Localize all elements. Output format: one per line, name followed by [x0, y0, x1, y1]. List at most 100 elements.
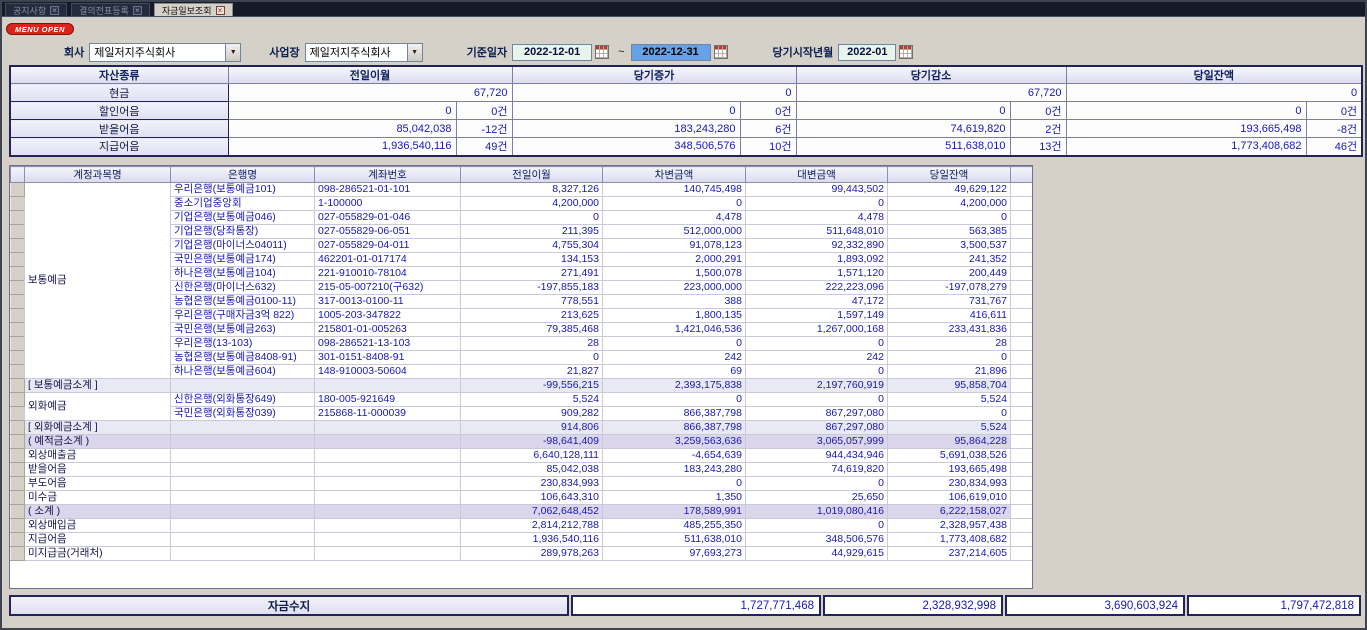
detail-row[interactable]: 보통예금우리은행(보통예금101)098-286521-01-1018,327,…	[11, 183, 1033, 197]
asset-type-button[interactable]: 지급어음	[10, 138, 228, 156]
row-selector[interactable]	[11, 421, 25, 435]
summary-row: 받을어음85,042,038-12건183,243,2806건74,619,82…	[10, 120, 1362, 138]
row-selector[interactable]	[11, 379, 25, 393]
row-selector[interactable]	[11, 463, 25, 477]
account-name-cell: ( 예적금소계 )	[25, 435, 171, 449]
site-select[interactable]: 제일저지주식회사 ▼	[305, 43, 423, 62]
account-number-cell: 098-286521-13-103	[315, 337, 461, 351]
prev-balance-cell: 0	[461, 211, 603, 225]
detail-row[interactable]: ( 소계 )7,062,648,452178,589,9911,019,080,…	[11, 505, 1033, 519]
prev-balance-cell: 6,640,128,111	[461, 449, 603, 463]
row-selector[interactable]	[11, 239, 25, 253]
detail-row[interactable]: 외상매입금2,814,212,788485,255,35002,328,957,…	[11, 519, 1033, 533]
base-date-to-input[interactable]: 2022-12-31	[631, 44, 711, 61]
detail-row[interactable]: 외화예금신한은행(외화통장649)180-005-9216495,524005,…	[11, 393, 1033, 407]
row-selector[interactable]	[11, 505, 25, 519]
tab-notice[interactable]: 공지사항 ×	[5, 3, 67, 16]
row-selector[interactable]	[11, 477, 25, 491]
detail-row[interactable]: 지급어음1,936,540,116511,638,010348,506,5761…	[11, 533, 1033, 547]
row-selector[interactable]	[11, 225, 25, 239]
dropdown-arrow-icon[interactable]: ▼	[407, 44, 422, 61]
spacer-cell	[1011, 351, 1033, 365]
calendar-icon[interactable]	[595, 45, 609, 59]
amount-cell: 0	[1066, 84, 1362, 102]
detail-row[interactable]: 부도어음230,834,99300230,834,993	[11, 477, 1033, 491]
row-selector[interactable]	[11, 337, 25, 351]
fund-balance-value-2: 2,328,932,998	[823, 595, 1003, 616]
debit-amount-cell: 866,387,798	[603, 421, 746, 435]
credit-amount-cell: 1,893,092	[746, 253, 888, 267]
tab-label: 공지사항	[13, 4, 46, 17]
asset-type-button[interactable]: 받을어음	[10, 120, 228, 138]
row-selector[interactable]	[11, 267, 25, 281]
row-selector[interactable]	[11, 197, 25, 211]
row-selector[interactable]	[11, 547, 25, 561]
calendar-icon[interactable]	[714, 45, 728, 59]
selector-column-header	[11, 167, 25, 183]
row-selector[interactable]	[11, 295, 25, 309]
detail-row[interactable]: ( 예적금소계 )-98,641,4093,259,563,6363,065,0…	[11, 435, 1033, 449]
daily-balance-cell: 4,200,000	[888, 197, 1011, 211]
debit-amount-cell: 183,243,280	[603, 463, 746, 477]
spacer-cell	[1011, 197, 1033, 211]
row-selector[interactable]	[11, 533, 25, 547]
row-selector[interactable]	[11, 449, 25, 463]
tab-voucher-entry[interactable]: 결의전표등록 ×	[71, 3, 150, 16]
detail-row[interactable]: 외상매출금6,640,128,111-4,654,639944,434,9465…	[11, 449, 1033, 463]
menu-open-button[interactable]: MENU OPEN	[6, 23, 74, 35]
row-selector[interactable]	[11, 351, 25, 365]
dropdown-arrow-icon[interactable]: ▼	[225, 44, 240, 61]
row-selector[interactable]	[11, 183, 25, 197]
detail-header-account-number: 계좌번호	[315, 167, 461, 183]
row-selector[interactable]	[11, 323, 25, 337]
credit-amount-cell: 1,571,120	[746, 267, 888, 281]
row-selector[interactable]	[11, 309, 25, 323]
detail-row[interactable]: 받을어음85,042,038183,243,28074,619,820193,6…	[11, 463, 1033, 477]
account-name-cell: 외화예금	[25, 393, 171, 421]
amount-cell: 183,243,280	[512, 120, 740, 138]
row-selector[interactable]	[11, 519, 25, 533]
detail-row[interactable]: 미지급금(거래처)289,978,26397,693,27344,929,615…	[11, 547, 1033, 561]
account-number-cell: 098-286521-01-101	[315, 183, 461, 197]
detail-row[interactable]: 미수금106,643,3101,35025,650106,619,010	[11, 491, 1033, 505]
tab-close-icon[interactable]: ×	[216, 6, 225, 15]
row-selector[interactable]	[11, 365, 25, 379]
row-selector[interactable]	[11, 393, 25, 407]
account-number-cell	[315, 533, 461, 547]
prev-balance-cell: 914,806	[461, 421, 603, 435]
detail-row[interactable]: [ 보통예금소계 ]-99,556,2152,393,175,8382,197,…	[11, 379, 1033, 393]
credit-amount-cell: 74,619,820	[746, 463, 888, 477]
row-selector[interactable]	[11, 491, 25, 505]
account-number-cell	[315, 435, 461, 449]
detail-header-prev-balance: 전일이월	[461, 167, 603, 183]
row-selector[interactable]	[11, 407, 25, 421]
daily-balance-cell: 237,214,605	[888, 547, 1011, 561]
row-selector[interactable]	[11, 253, 25, 267]
fund-balance-value-3: 3,690,603,924	[1005, 595, 1185, 616]
tab-close-icon[interactable]: ×	[50, 6, 59, 15]
base-date-from-input[interactable]: 2022-12-01	[512, 44, 592, 61]
detail-row[interactable]: [ 외화예금소계 ]914,806866,387,798867,297,0805…	[11, 421, 1033, 435]
debit-amount-cell: 2,393,175,838	[603, 379, 746, 393]
tab-close-icon[interactable]: ×	[133, 6, 142, 15]
debit-amount-cell: 69	[603, 365, 746, 379]
debit-amount-cell: 223,000,000	[603, 281, 746, 295]
asset-type-button[interactable]: 할인어음	[10, 102, 228, 120]
row-selector[interactable]	[11, 211, 25, 225]
company-select[interactable]: 제일저지주식회사 ▼	[89, 43, 241, 62]
account-name-cell: 외상매출금	[25, 449, 171, 463]
daily-balance-cell: 416,611	[888, 309, 1011, 323]
credit-amount-cell: 348,506,576	[746, 533, 888, 547]
period-start-input[interactable]: 2022-01	[838, 44, 896, 61]
company-value: 제일저지주식회사	[90, 44, 225, 60]
debit-amount-cell: 1,421,046,536	[603, 323, 746, 337]
bank-name-cell	[171, 435, 315, 449]
daily-balance-cell: 49,629,122	[888, 183, 1011, 197]
asset-type-button[interactable]: 현금	[10, 84, 228, 102]
credit-amount-cell: 3,065,057,999	[746, 435, 888, 449]
row-selector[interactable]	[11, 281, 25, 295]
spacer-cell	[1011, 505, 1033, 519]
calendar-icon[interactable]	[899, 45, 913, 59]
tab-fund-daily-report[interactable]: 자금일보조회 ×	[154, 3, 233, 16]
row-selector[interactable]	[11, 435, 25, 449]
